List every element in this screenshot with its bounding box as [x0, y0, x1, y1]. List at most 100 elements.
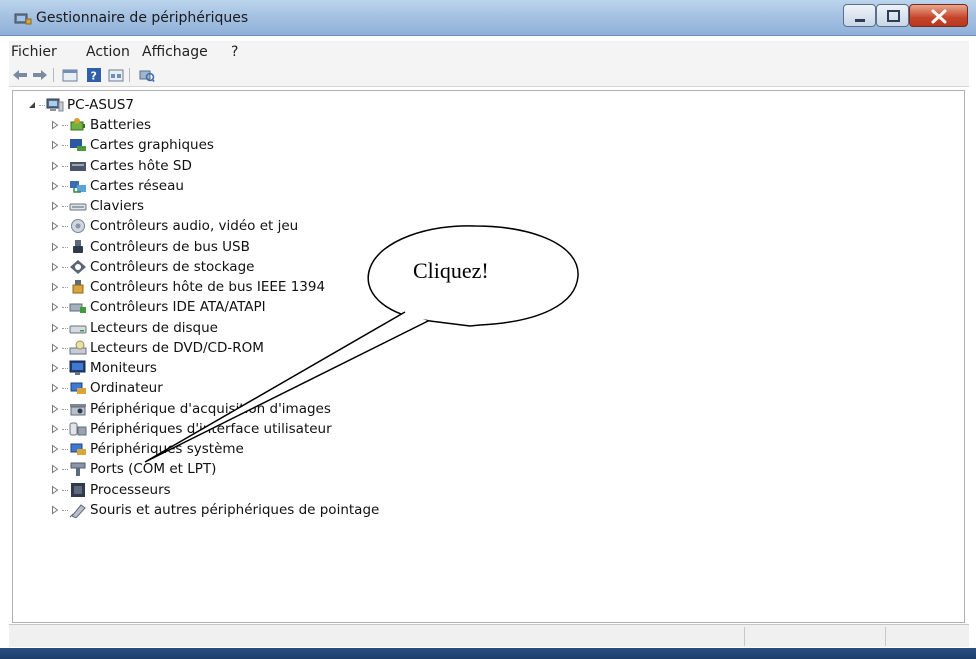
tree-connector [62, 266, 68, 268]
help-icon[interactable]: ? [85, 67, 103, 83]
ieee1394-icon [72, 280, 84, 294]
port-icon [70, 462, 86, 477]
audio-icon [71, 219, 85, 234]
minimize-button[interactable] [843, 4, 876, 27]
tree-root-label: PC-ASUS7 [67, 97, 134, 113]
expand-arrow-icon[interactable] [50, 323, 60, 333]
tree-node-label: Ordinateur [90, 380, 163, 397]
expand-arrow-icon[interactable] [50, 282, 60, 292]
computer-small-icon [70, 382, 86, 395]
tree-connector [62, 469, 68, 471]
expand-arrow-icon[interactable] [50, 444, 60, 454]
tree-connector [62, 509, 68, 511]
storage-controller-icon [70, 259, 86, 274]
sd-host-icon [70, 161, 86, 171]
processor-icon [71, 482, 85, 497]
tree-connector [62, 408, 68, 410]
disk-drive-icon [69, 325, 87, 333]
menu-affichage[interactable]: Affichage [142, 44, 208, 60]
expand-arrow-icon[interactable] [50, 302, 60, 312]
tree-node-label: Cartes hôte SD [90, 157, 192, 174]
toolbar: ? [9, 63, 969, 87]
expand-arrow-icon[interactable] [50, 464, 60, 474]
mouse-icon [69, 504, 86, 518]
tree-connector [62, 327, 68, 329]
device-tree[interactable]: PC-ASUS7 Batteries Cartes graphiques Carte… [12, 90, 965, 623]
tree-connector [62, 287, 68, 288]
tree-connector [62, 246, 68, 248]
tree-connector [62, 489, 68, 491]
device-manager-icon [14, 13, 32, 25]
minimize-icon [855, 19, 865, 22]
close-icon [931, 9, 947, 24]
tree-connector [62, 125, 68, 126]
tree-node-label: Contrôleurs IDE ATA/ATAPI [90, 299, 266, 316]
expand-arrow-icon[interactable] [50, 424, 60, 434]
expand-arrow-icon[interactable] [50, 404, 60, 414]
dvd-drive-icon [69, 340, 87, 355]
keyboard-icon [69, 203, 87, 211]
expand-arrow-icon[interactable] [50, 363, 60, 373]
title-bar[interactable]: Gestionnaire de périphériques [0, 0, 976, 36]
tree-node-label: Batteries [90, 117, 152, 133]
system-device-icon [70, 443, 86, 455]
view-icon[interactable] [107, 67, 125, 83]
tree-node-label: Lecteurs de DVD/CD-ROM [90, 339, 264, 356]
tree-connector [62, 347, 68, 349]
tree-connector [62, 165, 68, 167]
expand-arrow-icon[interactable] [50, 505, 60, 515]
tree-node-label: Processeurs [90, 481, 171, 498]
monitor-icon [69, 360, 86, 375]
menu-help[interactable]: ? [231, 44, 238, 60]
tree-connector [39, 105, 45, 106]
close-button[interactable] [909, 4, 968, 27]
menu-fichier[interactable]: Fichier [11, 44, 57, 60]
status-cell-divider [744, 627, 745, 646]
expand-arrow-icon[interactable] [50, 262, 60, 272]
expand-arrow-icon[interactable] [50, 161, 60, 171]
display-adapter-icon [70, 139, 86, 152]
tree-connector [62, 145, 68, 147]
expand-arrow-icon[interactable] [50, 120, 60, 130]
tree-node-label: Périphériques système [90, 441, 244, 457]
menu-bar: Fichier Action Affichage ? [9, 41, 969, 63]
expand-arrow-icon[interactable] [50, 242, 60, 252]
tree-node-label: Souris et autres périphériques de pointa… [90, 501, 380, 518]
tree-node-label: Contrôleurs de bus USB [90, 238, 250, 255]
tree-node-label: Contrôleurs de stockage [90, 258, 255, 275]
toolbar-separator [53, 68, 54, 82]
expand-arrow-icon[interactable] [50, 221, 60, 231]
toolbar-separator [129, 68, 130, 82]
expand-arrow-icon[interactable] [50, 485, 60, 495]
back-arrow-icon[interactable] [11, 67, 29, 83]
tree-connector [62, 388, 68, 390]
collapse-arrow-icon[interactable] [27, 100, 37, 110]
computer-icon [46, 98, 64, 112]
menu-action[interactable]: Action [86, 44, 130, 60]
usb-icon [73, 239, 83, 253]
expand-arrow-icon[interactable] [50, 140, 60, 150]
taskbar-edge [0, 648, 976, 659]
tree-node-label: Cartes graphiques [90, 137, 214, 154]
tree-connector [62, 449, 68, 450]
imaging-device-icon [70, 403, 86, 415]
window-title: Gestionnaire de périphériques [36, 10, 249, 26]
properties-icon[interactable] [61, 67, 79, 83]
tree-node-label: Ports (COM et LPT) [90, 461, 217, 478]
expand-arrow-icon[interactable] [50, 201, 60, 211]
battery-icon [70, 118, 85, 131]
tree-connector [62, 185, 68, 187]
tree-connector [62, 226, 68, 228]
tree-connector [62, 206, 68, 207]
tree-connector [62, 307, 68, 309]
hid-icon [69, 422, 87, 436]
maximize-button[interactable] [876, 4, 909, 27]
tree-node-label: Cartes réseau [90, 177, 184, 194]
expand-arrow-icon[interactable] [50, 181, 60, 191]
expand-arrow-icon[interactable] [50, 343, 60, 353]
maximize-icon [887, 10, 900, 22]
forward-arrow-icon[interactable] [31, 67, 49, 83]
scan-hardware-icon[interactable] [137, 67, 155, 83]
expand-arrow-icon[interactable] [50, 383, 60, 393]
callout-text: Cliquez! [413, 258, 489, 283]
